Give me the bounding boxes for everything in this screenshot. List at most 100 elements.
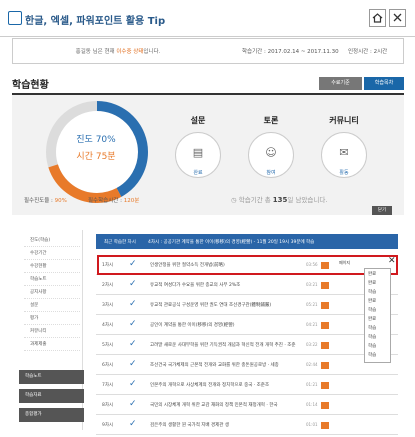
close-button[interactable] [389,9,406,27]
dropdown-option[interactable]: 학습 [368,352,376,358]
check-icon: ✓ [129,379,137,389]
sidebar-item[interactable]: 과제제출 [24,338,80,351]
survey-title: 설문 [190,116,206,125]
sidebar-item[interactable]: 수강현황 [24,260,80,273]
check-icon: ✓ [129,339,137,349]
lesson-number: 4차시 [102,323,114,328]
table-row[interactable]: 7차시 ✓ 인본주의 개혁으로 사상체계의 전개와 정치학으로 중국 · 조준조 01… [96,376,398,395]
required-time: 필수학습시간 : 120분 [88,198,140,204]
sidebar-button[interactable]: 학습노트 [19,370,84,384]
selected-row-highlight [97,255,398,275]
sidebar-item[interactable]: 평가 [24,312,80,325]
table-row[interactable]: 4차시 ✓ 공인이 계약을 통한 이이(移移)의 경영(經營) 04:21 [96,316,398,335]
lesson-title: 인본주의 개혁으로 사상체계의 전개와 정치학으로 중국 · 조준조 [150,383,270,388]
lesson-time: 03:22 [306,342,318,347]
lesson-time: 05:21 [306,302,318,307]
progress-bar [321,362,329,369]
community-icon: ✉ [339,146,349,159]
lesson-number: 2차시 [102,283,114,288]
table-row[interactable]: 6차시 ✓ 조선건국 국가체제의 근본적 전개와 교화를 위한 충돈원공로방 · 세… [96,356,398,375]
days-remaining: ◷ 학습기간 총 135일 남았습니다. [231,196,328,204]
dropdown-option[interactable]: 학습 [368,289,376,295]
check-icon: ✓ [129,299,137,309]
sidebar-item[interactable]: 수강기간 [24,247,80,260]
progress-label: 진도 70% [76,135,116,145]
completion-criteria-button[interactable]: 수료기준 [319,77,362,90]
lesson-title: 국민의 시장체계 개혁 위한 교감 재화의 정책 민본적 재정개혁 · 한국 [150,403,278,408]
progress-bar [321,402,329,409]
dropdown-option[interactable]: 완료 [368,280,376,286]
progress-bar [321,322,329,329]
close-icon[interactable]: ✕ [388,256,396,266]
table-row[interactable]: 2차시 ✓ 유교적 여성다가 수요을 위한 종교의 사무 2%조 03:21 [96,276,398,295]
time-label: 시간 75분 [76,152,116,162]
dropdown-option[interactable]: 학습 [368,307,376,313]
page-title: 한글, 엑셀, 파워포인트 활용 Tip [25,16,166,27]
community-title: 커뮤니티 [329,116,359,125]
required-progress: 필수진도율 : 90% [24,198,67,204]
progress-bar [321,342,329,349]
lesson-number: 3차시 [102,303,114,308]
check-icon: ✓ [129,319,137,329]
dropdown-option[interactable]: 학습 [368,325,376,331]
sidebar-item[interactable]: 학습노트 [24,273,80,286]
lesson-title: 유교적 여성다가 수요을 위한 종교의 사무 2%조 [150,283,241,288]
sidebar-item[interactable]: 공지사항 [24,286,80,299]
dropdown-option[interactable]: 완료 [368,298,376,304]
progress-bar [321,302,329,309]
home-icon [372,13,383,23]
dropdown-option[interactable]: 완료 [368,316,376,322]
recent-lesson: 4차시 : 공공기관 계약을 통한 이이(移移)의 경영(經營) - 11월 2… [148,240,315,245]
dropdown-option[interactable]: 완료 [368,271,376,277]
lesson-title: 고려말 새로운 사대부학을 위한 기득권적 개념과 혁신적 전개 개혁 추진 ·… [150,343,296,348]
gap [0,215,415,230]
book-icon [8,11,22,25]
lesson-title: 유교적 관료공식 구성운영 위한 권도 연대 조선경구관(體制鋪嚴) [150,303,272,308]
check-icon: ✓ [129,359,137,369]
collapse-button[interactable]: 닫기 [372,206,392,215]
check-icon: ✓ [129,279,137,289]
credit-hours: 인정시간 : 2시간 [348,49,388,55]
lesson-number: 9차시 [102,423,114,428]
lesson-number: 5차시 [102,343,114,348]
lesson-title: 검은주의 생활한 뭔 국가적 지배 경제관 생 [150,423,229,428]
lesson-title: 조선건국 국가체제의 근본적 전개와 교화를 위한 충돈원공로방 · 세종 [150,363,279,368]
table-row[interactable]: 3차시 ✓ 유교적 관료공식 구성운영 위한 권도 연대 조선경구관(體制鋪嚴) 05… [96,296,398,315]
progress-bar [321,382,329,389]
lesson-title: 공인이 계약을 통한 이이(移移)의 경영(經營) [150,323,235,328]
discussion-label: 참여 [266,170,276,176]
sidebar-item[interactable]: 진도(학습) [24,234,80,247]
lesson-number: 7차시 [102,383,114,388]
table-row[interactable]: 8차시 ✓ 국민의 시장체계 개혁 위한 교감 재화의 정책 민본적 재정개혁 · … [96,396,398,415]
table-header: 최근 학습한 차시 4차시 : 공공기관 계약을 통한 이이(移移)의 경영(經… [96,234,398,249]
lesson-number: 8차시 [102,403,114,408]
recent-label: 최근 학습한 차시 [104,240,136,245]
section-title: 학습현황 [12,80,49,91]
lesson-time: 03:21 [306,282,318,287]
dropdown-option[interactable]: 학습 [368,343,376,349]
table-row[interactable]: 9차시 ✓ 검은주의 생활한 뭔 국가적 지배 경제관 생 01:01 [96,416,398,435]
study-period: 학습기간 : 2017.02.14 ~ 2017.11.30 [242,49,339,55]
lesson-time: 01:21 [306,382,318,387]
sidebar-item[interactable]: 커뮤니티 [24,325,80,338]
lesson-time: 04:21 [306,322,318,327]
survey-label: 완료 [193,170,203,176]
check-icon: ✓ [129,419,137,429]
community-label: 활동 [339,170,349,176]
status-dropdown[interactable]: 완료 완료 학습 완료 학습 완료 학습 학습 학습 학습 [364,268,391,363]
discussion-icon: ☺ [265,146,277,159]
sidebar-button[interactable]: 종합평가 [19,408,84,422]
dropdown-option[interactable]: 학습 [368,334,376,340]
sidebar-button[interactable]: 학습자료 [19,389,84,403]
lesson-time: 01:01 [306,422,318,427]
home-button[interactable] [369,9,386,27]
sidebar-item[interactable]: 설문 [24,299,80,312]
progress-bar [321,282,329,289]
toc-button[interactable]: 학습목차 [364,77,404,90]
survey-icon: ▤ [192,146,204,159]
close-icon [393,13,402,22]
discussion-title: 토론 [263,116,279,125]
page-button[interactable]: 페이지 [339,260,350,266]
lesson-time: 01:14 [306,402,318,407]
table-row[interactable]: 5차시 ✓ 고려말 새로운 사대부학을 위한 기득권적 개념과 혁신적 전개 개혁 … [96,336,398,355]
